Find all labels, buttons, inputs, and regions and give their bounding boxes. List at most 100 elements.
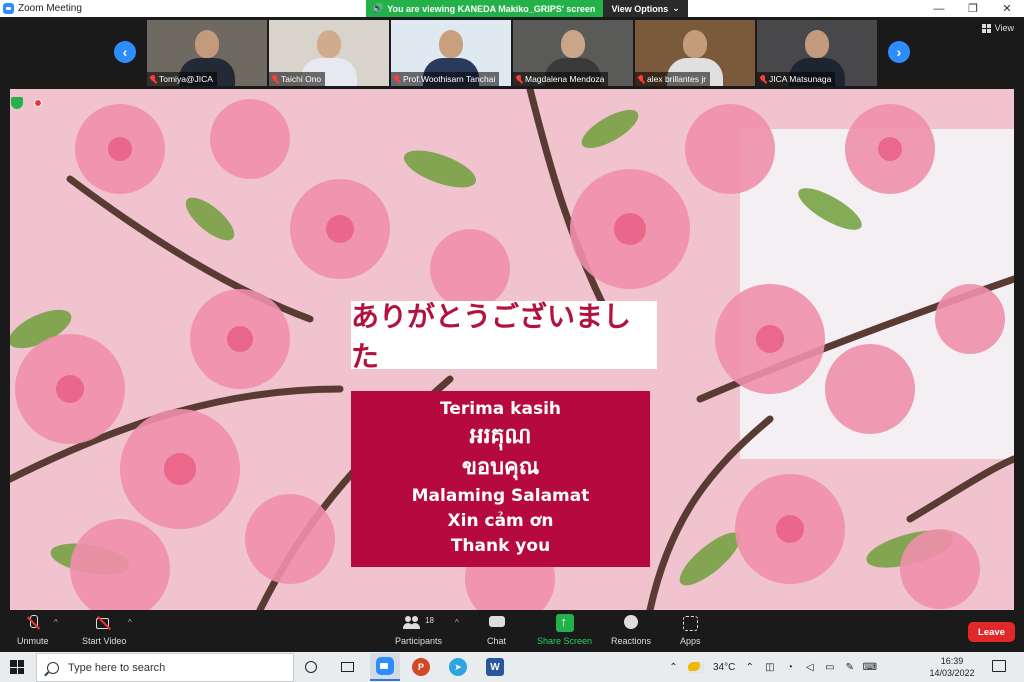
start-video-button[interactable]: Start Video (82, 614, 126, 646)
view-label: View (994, 23, 1014, 33)
taskbar-zoom-app[interactable] (370, 653, 400, 681)
gallery-next-button[interactable]: › (888, 41, 910, 63)
cortana-button[interactable] (300, 656, 322, 678)
speaker-icon: 🔊 (372, 3, 384, 13)
participant-name: Taichi Ono (281, 74, 322, 84)
language-icon[interactable]: ⌨ (863, 662, 877, 673)
window-controls: — ❐ ✕ (922, 0, 1024, 17)
thanks-thai: ขอบคุณ (461, 455, 540, 481)
taskbar-search-input[interactable]: Type here to search (36, 653, 294, 682)
view-button[interactable]: View (981, 23, 1014, 33)
smiley-icon (622, 614, 640, 632)
participant-tile[interactable]: Prof.Woothisarn Tanchai (391, 20, 511, 86)
participant-gallery: ‹ Tomiya@JICA Taichi Ono Prof.Woothisarn T… (0, 17, 1024, 89)
chat-bubble-icon (488, 614, 506, 632)
restore-button[interactable]: ❐ (956, 0, 990, 17)
participants-options-caret[interactable]: ^ (455, 618, 459, 627)
muted-mic-icon (760, 74, 766, 84)
task-view-button[interactable] (336, 656, 358, 678)
close-button[interactable]: ✕ (990, 0, 1024, 17)
meeting-toolbar: Unmute ^ Start Video ^ 18 Participants ^… (0, 610, 1024, 652)
powerpoint-icon: P (412, 658, 430, 676)
thanks-english: Thank you (450, 536, 551, 557)
participant-tile[interactable]: JICA Matsunaga (757, 20, 877, 86)
clock-date: 14/03/2022 (929, 668, 975, 678)
chevron-down-icon: ⌄ (672, 3, 680, 13)
start-video-label: Start Video (82, 636, 127, 646)
audio-options-caret[interactable]: ^ (54, 618, 58, 627)
gallery-thumbnails: Tomiya@JICA Taichi Ono Prof.Woothisarn Tan… (147, 20, 877, 86)
participant-name-tag: Taichi Ono (269, 72, 326, 86)
thanks-filipino: Malaming Salamat (411, 485, 590, 506)
leave-button[interactable]: Leave (968, 622, 1015, 642)
windows-start-icon[interactable] (10, 660, 24, 674)
reactions-button[interactable]: Reactions (611, 614, 651, 646)
participant-name: Tomiya@JICA (159, 74, 213, 84)
viewing-text: You are viewing KANEDA Makiko_GRIPS' scr… (387, 3, 596, 14)
chat-label: Chat (487, 636, 507, 646)
participant-name: Magdalena Mendoza (525, 74, 605, 84)
pen-icon[interactable]: ✎ (844, 662, 855, 673)
participant-avatar (683, 30, 707, 58)
taskbar-powerpoint-app[interactable]: P (410, 656, 432, 678)
minimize-button[interactable]: — (922, 0, 956, 17)
participant-name-tag: Tomiya@JICA (147, 72, 217, 86)
participant-name-tag: Prof.Woothisarn Tanchai (391, 72, 500, 86)
unmute-label: Unmute (17, 636, 49, 646)
taskbar-clock[interactable]: 16:39 14/03/2022 (926, 655, 978, 679)
temperature[interactable]: 34°C (713, 662, 735, 673)
chat-button[interactable]: Chat (487, 614, 506, 646)
participant-tile[interactable]: alex brillantes jr (635, 20, 755, 86)
zoom-app-icon (376, 657, 394, 675)
japanese-thanks-box: ありがとうございました (351, 300, 657, 373)
muted-mic-icon (272, 74, 278, 84)
zoom-logo-icon (3, 3, 14, 14)
participant-avatar (317, 30, 341, 58)
participant-avatar (805, 30, 829, 58)
thanks-indonesian: Terima kasih (439, 399, 561, 420)
cortana-icon (305, 661, 317, 673)
participant-tile[interactable]: Magdalena Mendoza (513, 20, 633, 86)
taskbar-word-app[interactable]: W (484, 656, 506, 678)
word-icon: W (486, 658, 504, 676)
wifi-icon[interactable]: ◔ (784, 662, 795, 673)
search-placeholder: Type here to search (68, 661, 166, 674)
participants-button[interactable]: 18 Participants (395, 614, 442, 646)
share-screen-label: Share Screen (537, 636, 593, 646)
apps-icon (681, 614, 699, 632)
search-icon (47, 661, 59, 674)
taskbar-telegram-app[interactable]: ➤ (447, 656, 469, 678)
scroll-icon[interactable]: ⌃ (668, 662, 679, 673)
recording-indicator-icon (34, 99, 42, 107)
windows-taskbar: Type here to search P ➤ W ⌃ 34°C ⌃ ◫ ◔ ◁… (0, 652, 1024, 682)
notifications-icon[interactable] (992, 660, 1006, 672)
view-options-button[interactable]: View Options ⌄ (603, 0, 688, 17)
show-hidden-icons-icon[interactable]: ⌃ (744, 662, 755, 673)
volume-icon[interactable]: ◁ (804, 662, 815, 673)
apps-label: Apps (680, 636, 701, 646)
unmute-button[interactable]: Unmute (17, 614, 49, 646)
participant-tile[interactable]: Taichi Ono (269, 20, 389, 86)
muted-mic-icon (394, 74, 400, 84)
muted-mic-icon (516, 74, 522, 84)
viewing-banner: 🔊 You are viewing KANEDA Makiko_GRIPS' s… (366, 0, 688, 17)
participants-count: 18 (425, 616, 434, 625)
participant-name: JICA Matsunaga (769, 74, 832, 84)
video-off-icon (95, 614, 113, 632)
clock-time: 16:39 (940, 656, 964, 666)
shared-screen: ありがとうございました Terima kasih អរគុណ ขอบคุณ Ma… (10, 89, 1014, 610)
participant-tile[interactable]: Tomiya@JICA (147, 20, 267, 86)
participant-avatar (195, 30, 219, 58)
share-screen-icon (555, 614, 574, 632)
meet-now-icon[interactable]: ◫ (764, 662, 775, 673)
apps-button[interactable]: Apps (680, 614, 701, 646)
network-icon[interactable]: ▭ (824, 662, 835, 673)
participant-name: Prof.Woothisarn Tanchai (403, 74, 496, 84)
share-screen-button[interactable]: Share Screen (537, 614, 592, 646)
participant-avatar (439, 30, 463, 58)
system-tray: ⌃ 34°C ⌃ ◫ ◔ ◁ ▭ ✎ ⌨ (668, 652, 877, 682)
security-shield-icon[interactable] (11, 97, 23, 109)
video-options-caret[interactable]: ^ (128, 618, 132, 627)
weather-icon[interactable] (688, 661, 704, 673)
gallery-prev-button[interactable]: ‹ (114, 41, 136, 63)
